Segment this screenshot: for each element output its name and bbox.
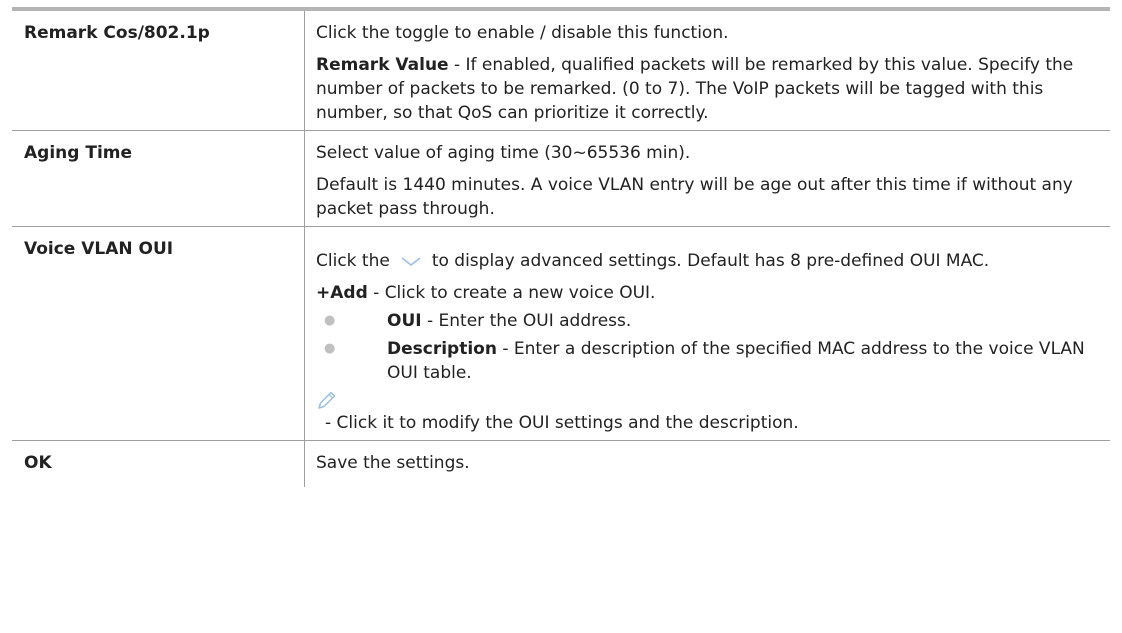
definition-text: to display advanced settings. Default ha… [431,251,990,271]
definition-text: - Click it to modify the OUI settings an… [325,413,799,433]
definition-paragraph: Click the to display advanced settings. D… [316,249,1102,273]
definition-text: Click the [316,251,390,271]
term-aging-time: Aging Time [24,143,133,163]
definition-text: Click the toggle to enable / disable thi… [316,23,729,43]
term-voice-vlan-oui: Voice VLAN OUI [24,239,174,259]
definition-cell: Click the toggle to enable / disable thi… [304,11,1110,130]
term-remark-cos: Remark Cos/802.1p [24,23,210,43]
chevron-down-icon [396,253,426,269]
table-row: OK Save the settings. [12,441,1110,487]
term-ok: OK [24,453,52,473]
definition-text: Select value of aging time (30~65536 min… [316,143,691,163]
table-row: Voice VLAN OUI Click the to display advan… [12,227,1110,441]
definition-table: Remark Cos/802.1p Click the toggle to en… [12,7,1110,487]
table-row: Remark Cos/802.1p Click the toggle to en… [12,11,1110,131]
list-item-text: OUI - Enter the OUI address. [387,309,1102,333]
pencil-icon [316,389,338,411]
bullet-icon: ● [324,313,336,328]
definition-cell: Select value of aging time (30~65536 min… [304,131,1110,226]
definition-cell: Save the settings. [304,441,1110,487]
list-item: ● OUI - Enter the OUI address. [316,309,1102,333]
remark-value-label: Remark Value [316,55,449,75]
definition-text: Save the settings. [316,453,470,473]
table-row: Aging Time Select value of aging time (3… [12,131,1110,227]
add-label: +Add [316,283,368,303]
description-label: Description [387,339,497,359]
definition-text: - Enter the OUI address. [421,311,632,331]
definition-paragraph: +Add - Click to create a new voice OUI. [316,281,1102,305]
definition-paragraph: Remark Value - If enabled, qualified pac… [316,53,1102,125]
definition-cell: Click the to display advanced settings. D… [304,227,1110,440]
definition-text: - Click to create a new voice OUI. [367,283,656,303]
list-item-text: Description - Enter a description of the… [387,337,1102,385]
bullet-icon: ● [324,341,336,356]
oui-label: OUI [387,311,422,331]
list-item: ● Description - Enter a description of t… [316,337,1102,385]
definition-text: Default is 1440 minutes. A voice VLAN en… [316,175,1073,219]
